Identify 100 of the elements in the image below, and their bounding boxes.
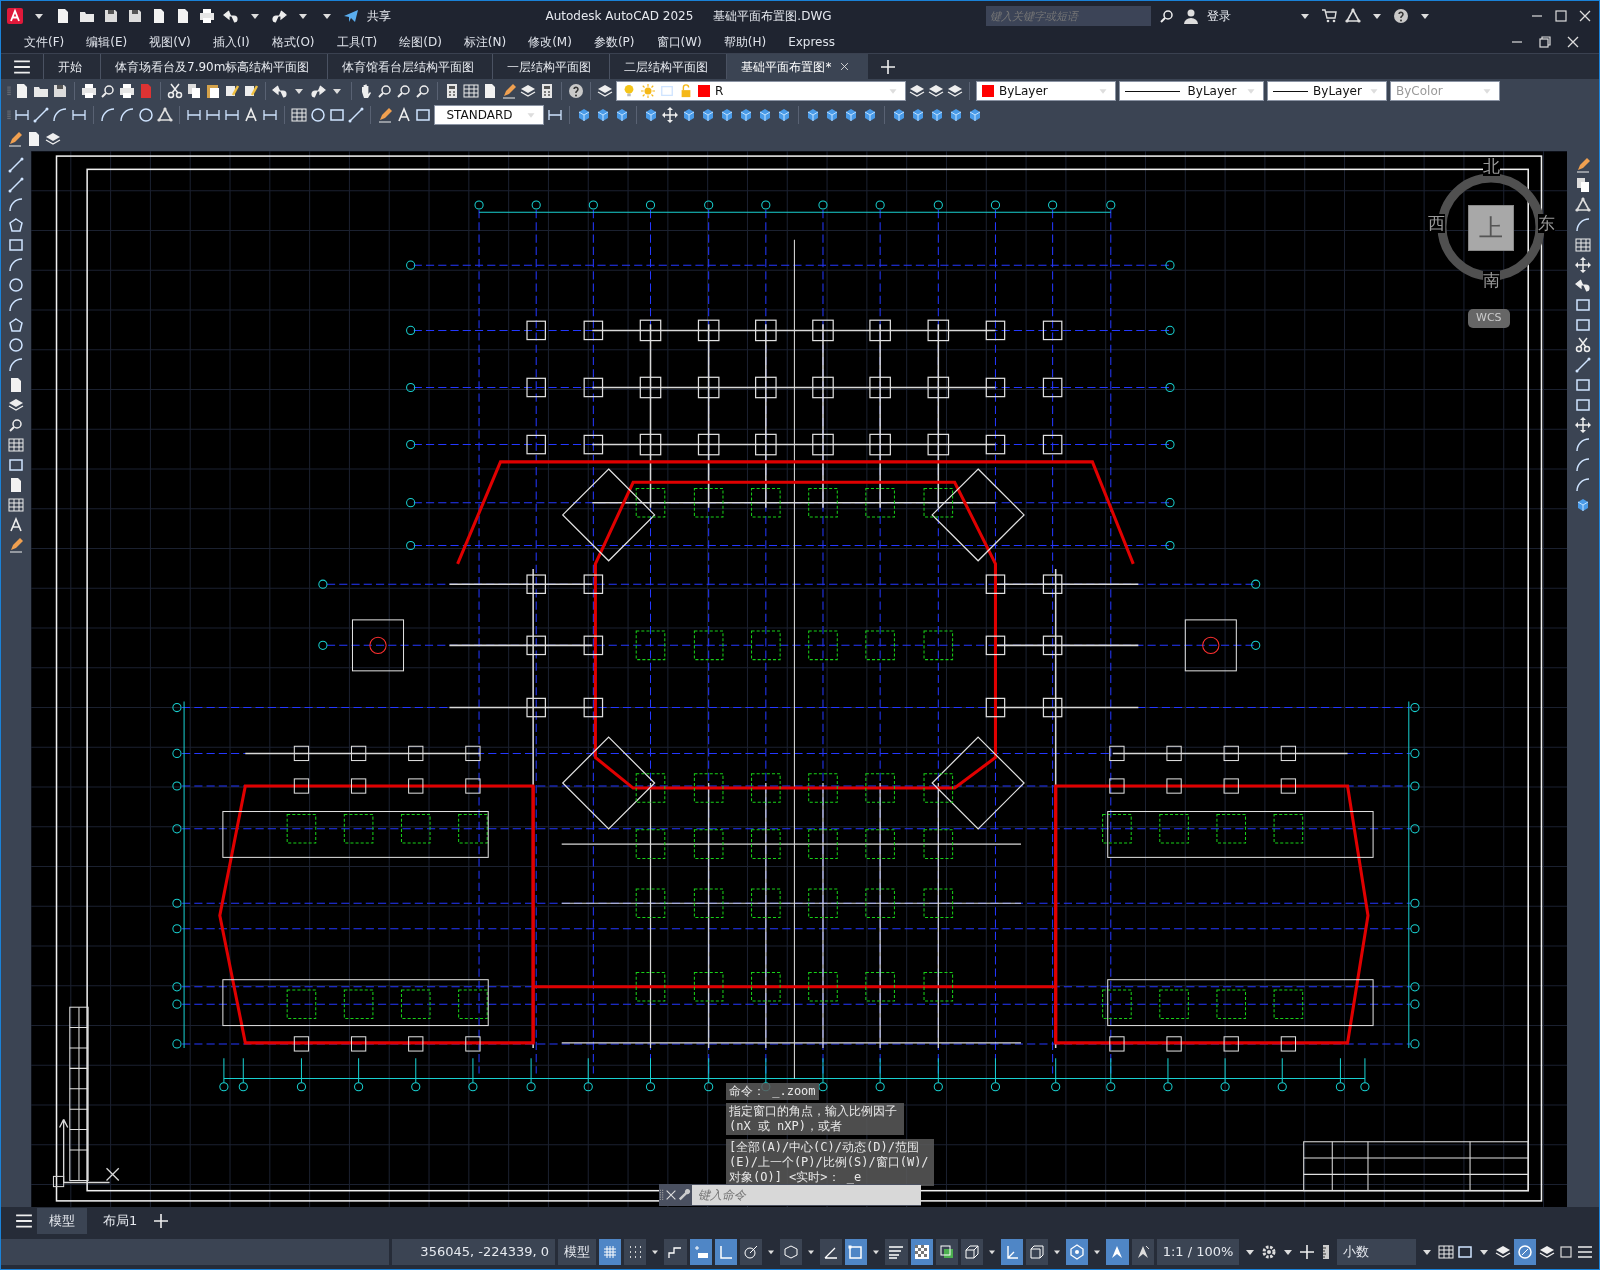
gizmo-toggle[interactable]: [1066, 1239, 1089, 1265]
menu-item[interactable]: 标注(N): [452, 33, 518, 51]
page-icon[interactable]: [8, 477, 24, 493]
angle-toggle[interactable]: [820, 1239, 843, 1265]
arc-icon[interactable]: [8, 257, 24, 273]
menu-item[interactable]: 绘图(D): [388, 33, 453, 51]
help-icon[interactable]: [568, 83, 584, 99]
layers-icon[interactable]: [8, 397, 24, 413]
maximize-icon[interactable]: [1553, 8, 1569, 24]
menu-icon[interactable]: [15, 1212, 33, 1230]
cube-icon[interactable]: [1575, 497, 1591, 513]
undo-icon[interactable]: [223, 8, 239, 24]
dimension-icon[interactable]: [205, 107, 221, 123]
letter-a-icon[interactable]: [396, 107, 412, 123]
line-icon[interactable]: [33, 107, 49, 123]
layers-icon[interactable]: [1538, 1244, 1555, 1260]
cube-icon[interactable]: [681, 107, 697, 123]
menu-icon[interactable]: [13, 57, 31, 76]
menu-item[interactable]: 格式(O): [260, 33, 326, 51]
cube-icon[interactable]: [910, 107, 926, 123]
copy-icon[interactable]: [1575, 177, 1591, 193]
polygon-icon[interactable]: [8, 317, 24, 333]
cube-icon[interactable]: [805, 107, 821, 123]
page-icon[interactable]: [55, 8, 71, 24]
page-icon[interactable]: [14, 83, 30, 99]
circle-icon[interactable]: [8, 337, 24, 353]
calculator-icon[interactable]: [539, 83, 555, 99]
cart-icon[interactable]: [1321, 8, 1337, 24]
layers-icon[interactable]: [947, 83, 963, 99]
rectangle-icon[interactable]: [1456, 1244, 1473, 1260]
compass-label[interactable]: 东: [1538, 214, 1555, 233]
rectangle-icon[interactable]: [1575, 377, 1591, 393]
arc-icon[interactable]: [8, 357, 24, 373]
layer-dropdown[interactable]: R: [616, 81, 906, 101]
page-icon[interactable]: [151, 8, 167, 24]
move-icon[interactable]: [1575, 257, 1591, 273]
paper-plane-icon[interactable]: [343, 8, 359, 24]
page-icon[interactable]: [482, 83, 498, 99]
menu-item[interactable]: 工具(T): [325, 33, 389, 51]
step-toggle[interactable]: [664, 1239, 687, 1265]
dimension-icon[interactable]: [71, 107, 87, 123]
arc-icon[interactable]: [119, 107, 135, 123]
circle-icon[interactable]: [138, 107, 154, 123]
close-icon[interactable]: [664, 1188, 678, 1202]
undo-icon[interactable]: [1575, 277, 1591, 293]
cube-icon[interactable]: [929, 107, 945, 123]
menu-item[interactable]: 视图(V): [138, 33, 202, 51]
arc-icon[interactable]: [100, 107, 116, 123]
compass-label[interactable]: 北: [1483, 157, 1500, 176]
scissors-icon[interactable]: [167, 83, 183, 99]
menu-item[interactable]: Express: [777, 33, 846, 51]
isometric-toggle[interactable]: [779, 1239, 803, 1265]
dimension-icon[interactable]: [547, 107, 563, 123]
move-icon[interactable]: [662, 107, 678, 123]
cube-icon[interactable]: [967, 107, 983, 123]
cursor-snap-toggle[interactable]: [689, 1239, 712, 1265]
axes-toggle[interactable]: [1000, 1239, 1024, 1265]
triangle-nodes-icon[interactable]: [1575, 197, 1591, 213]
line-icon[interactable]: [8, 177, 24, 193]
annotation-scale-button[interactable]: 1:1 / 100%: [1156, 1239, 1240, 1265]
menu-item[interactable]: 帮助(H): [712, 33, 778, 51]
rectangle-icon[interactable]: [1575, 317, 1591, 333]
wrench-icon[interactable]: [678, 1188, 692, 1202]
linetype-dropdown[interactable]: ByLayer: [1119, 81, 1264, 101]
line-icon[interactable]: [1575, 357, 1591, 373]
magnifier-icon[interactable]: [396, 83, 412, 99]
polygon-icon[interactable]: [8, 217, 24, 233]
menu-item[interactable]: 修改(M): [517, 33, 583, 51]
box-outline-toggle[interactable]: [960, 1239, 983, 1265]
cube-icon[interactable]: [776, 107, 792, 123]
line-icon[interactable]: [8, 157, 24, 173]
arc-icon[interactable]: [8, 197, 24, 213]
layout-tab[interactable]: 布局1: [91, 1208, 150, 1234]
close-icon[interactable]: [839, 61, 851, 72]
rectangle-icon[interactable]: [1575, 397, 1591, 413]
compass-label[interactable]: 南: [1483, 271, 1500, 290]
cube-icon[interactable]: [891, 107, 907, 123]
letter-a-icon[interactable]: [8, 517, 24, 533]
snap-square-toggle[interactable]: [845, 1239, 868, 1265]
units-dropdown[interactable]: 小数: [1337, 1239, 1416, 1265]
stacked-squares-toggle[interactable]: [935, 1239, 958, 1265]
gear-icon[interactable]: [1261, 1244, 1278, 1260]
brush-icon[interactable]: [224, 83, 240, 99]
plus-icon[interactable]: [153, 1213, 170, 1229]
line-icon[interactable]: [348, 107, 364, 123]
coordinate-system-button[interactable]: WCS: [1468, 309, 1510, 328]
command-input[interactable]: 键入命令: [692, 1185, 921, 1205]
magnifier-icon[interactable]: [1159, 8, 1175, 24]
cube-icon[interactable]: [948, 107, 964, 123]
layers-icon[interactable]: [928, 83, 944, 99]
right-angle-toggle[interactable]: [714, 1239, 737, 1265]
arc-icon[interactable]: [1575, 457, 1591, 473]
arc-icon[interactable]: [52, 107, 68, 123]
circle-icon[interactable]: [310, 107, 326, 123]
restore-icon[interactable]: [1537, 34, 1553, 50]
help-icon[interactable]: [1393, 8, 1409, 24]
layers-icon[interactable]: [909, 83, 925, 99]
cube-icon[interactable]: [719, 107, 735, 123]
plus-icon[interactable]: [880, 58, 897, 75]
app-logo-icon[interactable]: [7, 8, 23, 24]
